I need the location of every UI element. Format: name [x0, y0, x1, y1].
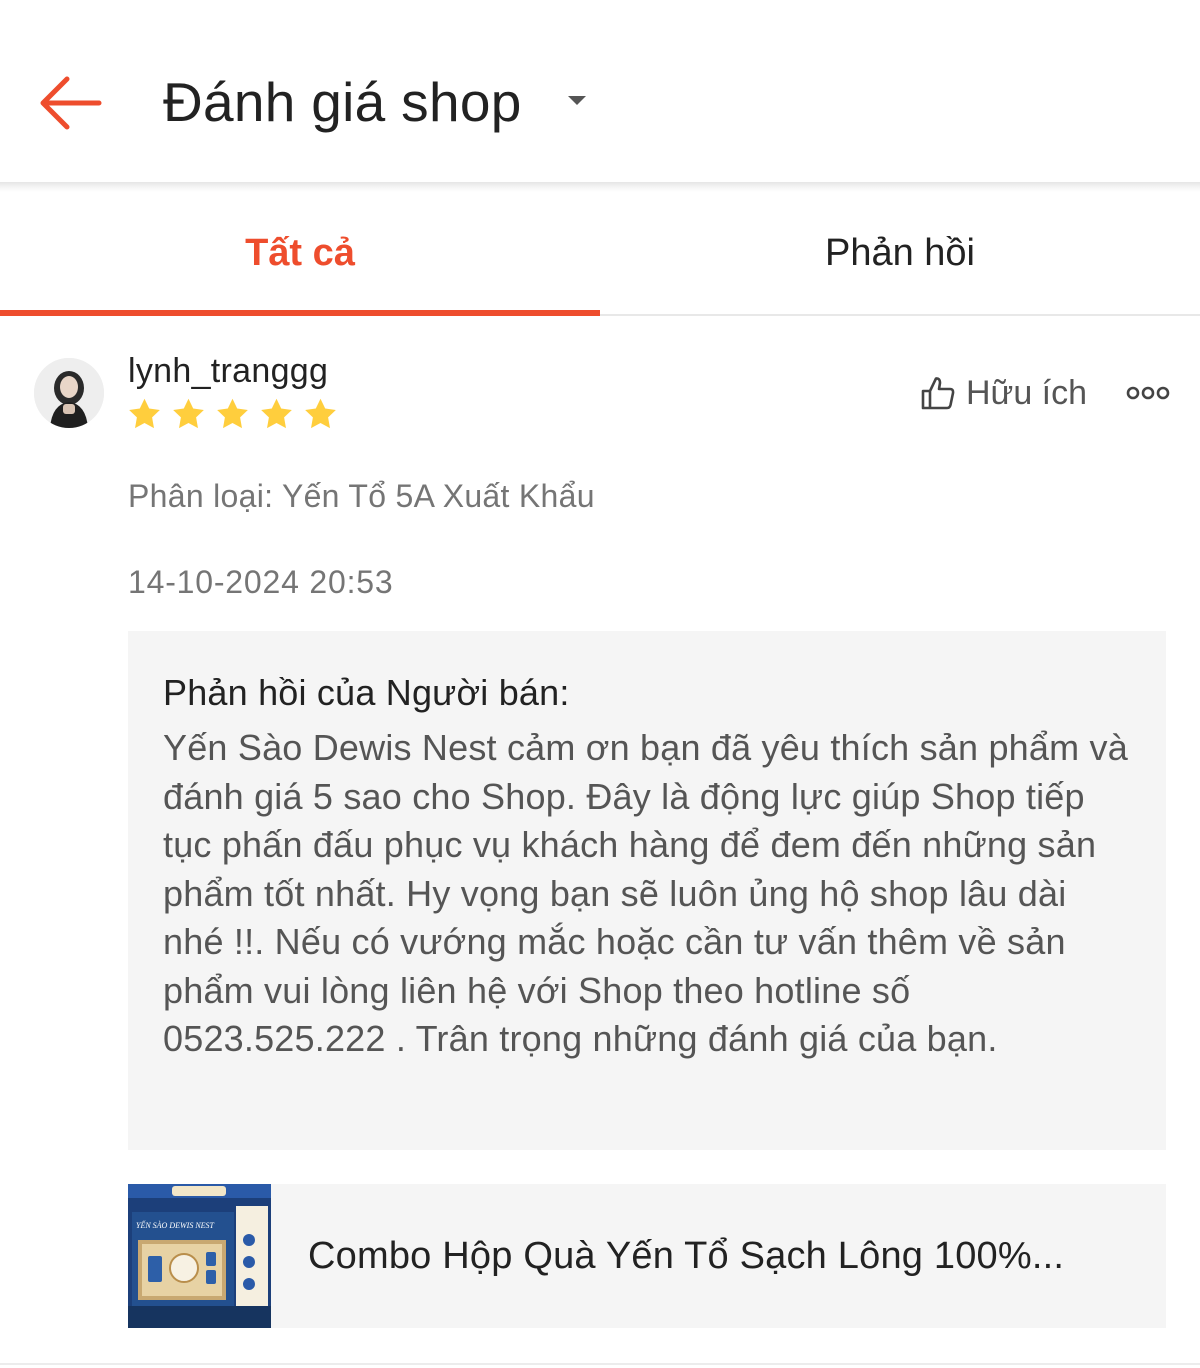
star-icon [217, 398, 248, 429]
caret-down-icon [568, 96, 586, 105]
arrow-left-icon [40, 76, 102, 130]
more-options-button[interactable] [1124, 378, 1172, 408]
product-name: Combo Hộp Quà Yến Tổ Sạch Lông 100%... [308, 1234, 1065, 1277]
tab-all-label: Tất cả [245, 231, 355, 274]
seller-reply-title: Phản hồi của Người bán: [163, 672, 570, 713]
tab-bar: Tất cả Phản hồi [0, 192, 1200, 316]
review-timestamp: 14-10-2024 20:53 [128, 564, 394, 600]
back-button[interactable] [30, 68, 110, 138]
product-thumbnail: YẾN SÀO DEWIS NEST [128, 1184, 271, 1328]
review-divider [0, 1363, 1200, 1365]
seller-reply-box: Phản hồi của Người bán: Yến Sào Dewis Ne… [128, 631, 1166, 1150]
helpful-button[interactable]: Hữu ích [920, 370, 1087, 416]
tab-all[interactable]: Tất cả [0, 192, 600, 316]
header-divider [0, 182, 1200, 192]
star-icon [129, 398, 160, 429]
page-title[interactable]: Đánh giá shop [163, 66, 522, 138]
reviewer-username[interactable]: lynh_tranggg [128, 352, 328, 391]
product-thumb-text: YẾN SÀO DEWIS NEST [136, 1220, 215, 1230]
star-rating [126, 396, 339, 436]
star-icon [173, 398, 204, 429]
helpful-label: Hữu ích [966, 373, 1088, 412]
more-dots-icon [1126, 386, 1170, 400]
active-tab-indicator [0, 310, 600, 316]
tab-replies-label: Phản hồi [824, 231, 975, 274]
app-header: Đánh giá shop [0, 0, 1200, 186]
star-icon [261, 398, 292, 429]
seller-reply-body: Yến Sào Dewis Nest cảm ơn bạn đã yêu thí… [163, 727, 1128, 1059]
review-item: lynh_tranggg Hữu ích Phân loại: Yến Tổ 5… [0, 318, 1200, 1368]
product-card[interactable]: YẾN SÀO DEWIS NEST Combo Hộp Quà Yến Tổ … [128, 1184, 1166, 1328]
tab-replies[interactable]: Phản hồi [600, 192, 1200, 314]
product-variation: Phân loại: Yến Tổ 5A Xuất Khẩu [128, 478, 595, 514]
title-dropdown-button[interactable] [562, 86, 592, 116]
star-icon [305, 398, 336, 429]
user-avatar-image [34, 358, 104, 428]
avatar[interactable] [34, 358, 104, 428]
thumbs-up-icon [921, 377, 955, 410]
